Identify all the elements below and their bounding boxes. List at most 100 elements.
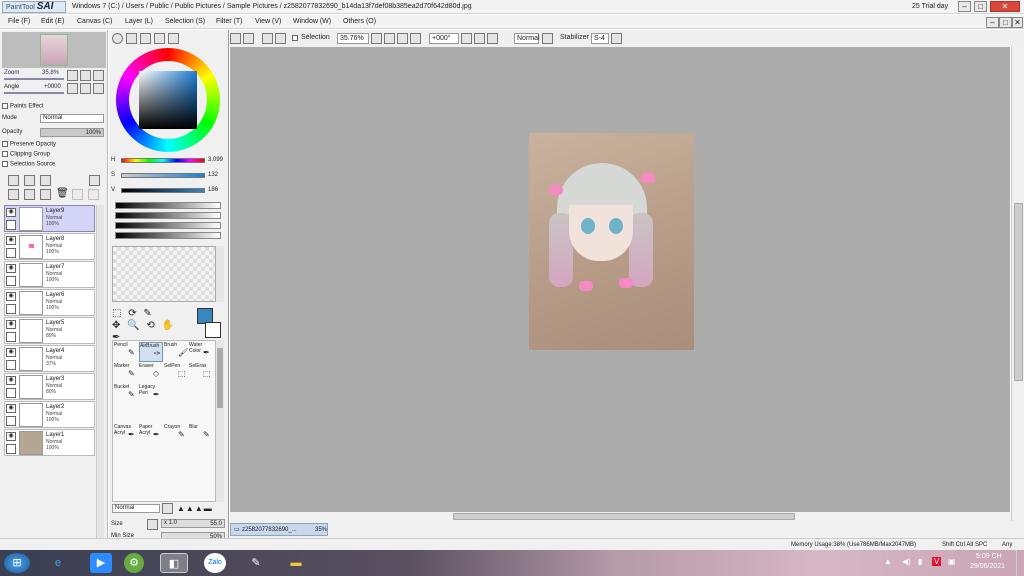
zoom-app-icon[interactable]: ▶ <box>90 553 112 573</box>
layer-item[interactable]: ◉ Layer8 Normal 100% <box>4 233 95 260</box>
close-button[interactable]: ✕ <box>990 1 1020 12</box>
menu-layer[interactable]: Layer (L) <box>125 18 153 25</box>
lock-checkbox[interactable] <box>6 360 16 370</box>
transfer-down-icon[interactable] <box>8 189 19 200</box>
layer-mode-select[interactable]: Normal <box>40 114 104 123</box>
scratchpad-scrollbar[interactable] <box>216 246 224 302</box>
canvas-artwork[interactable] <box>529 133 694 350</box>
rotate-cw-icon[interactable] <box>80 83 91 94</box>
layer-item[interactable]: ◉ Layer3 Normal 80% <box>4 373 95 400</box>
hue-slider[interactable] <box>121 158 205 163</box>
zoom-in-icon[interactable] <box>397 33 408 44</box>
layer-mask-icon[interactable] <box>72 189 83 200</box>
tool-blur[interactable]: Blur ✎ <box>189 424 213 444</box>
tool-legacy-pen[interactable]: Legacy Pen ✒ <box>139 384 163 404</box>
new-layer-icon[interactable] <box>8 175 19 186</box>
hsv-slider-mode-icon[interactable] <box>140 33 151 44</box>
brush-mode-select[interactable]: Normal <box>112 504 160 513</box>
layer-item[interactable]: ◉ Layer2 Normal 100% <box>4 401 95 428</box>
brush-shape-icons[interactable]: ▲▲▲▬ <box>177 504 225 513</box>
menu-others[interactable]: Others (O) <box>343 18 376 25</box>
lock-checkbox[interactable] <box>6 416 16 426</box>
color-wheel-mode-icon[interactable] <box>112 33 123 44</box>
tool-bucket[interactable]: Bucket ✎ <box>114 384 138 404</box>
value-slider[interactable] <box>121 188 205 193</box>
maximize-button[interactable]: □ <box>974 1 987 12</box>
pen-icon[interactable] <box>6 220 16 230</box>
zoom-field[interactable]: 35.76% <box>337 33 369 44</box>
zoom-dropdown-icon[interactable] <box>371 33 382 44</box>
layer-item[interactable]: ◉ Layer6 Normal 100% <box>4 289 95 316</box>
angle-reset-icon[interactable] <box>93 83 104 94</box>
doc-restore-button[interactable]: □ <box>999 17 1012 28</box>
tool-brush[interactable]: Brush 🖌 <box>164 342 188 362</box>
tool-scrollbar[interactable] <box>216 340 224 502</box>
saturation-value-square[interactable] <box>139 71 197 129</box>
canvas-vertical-scrollbar[interactable] <box>1011 47 1024 521</box>
rotation-field[interactable]: +000° <box>429 33 459 44</box>
start-button[interactable]: ⊞ <box>4 553 30 573</box>
lock-checkbox[interactable] <box>6 248 16 258</box>
doc-close-button[interactable]: ✕ <box>1012 17 1023 28</box>
tray-expand-icon[interactable]: ▲ <box>884 557 892 566</box>
menu-canvas[interactable]: Canvas (C) <box>77 18 112 25</box>
doc-minimize-button[interactable]: ‒ <box>986 17 999 28</box>
rotate-left-icon[interactable] <box>461 33 472 44</box>
angle-slider[interactable] <box>4 92 64 94</box>
selection-tools[interactable]: ⬚ ⟳ ✎ ✥ 🔍 ⟲ ✋ ✒ <box>112 308 182 343</box>
rotate-right-icon[interactable] <box>474 33 485 44</box>
gray-gradients[interactable] <box>115 202 221 242</box>
scratchpad-mode-icon[interactable] <box>168 33 179 44</box>
lock-checkbox[interactable] <box>6 332 16 342</box>
rotate-ccw-icon[interactable] <box>67 83 78 94</box>
tool-watercolor[interactable]: Water Color ✒ <box>189 342 213 362</box>
rotate-reset-icon[interactable] <box>487 33 498 44</box>
new-linework-layer-icon[interactable] <box>24 175 35 186</box>
rgb-slider-mode-icon[interactable] <box>126 33 137 44</box>
lock-checkbox[interactable] <box>6 276 16 286</box>
invert-selection-icon[interactable] <box>275 33 286 44</box>
opacity-slider[interactable]: 100% <box>40 128 104 137</box>
undo-icon[interactable] <box>230 33 241 44</box>
tool-paper-acryl[interactable]: Paper Acryl ✒ <box>139 424 163 444</box>
lock-checkbox[interactable] <box>6 304 16 314</box>
nav-zoom-out-icon[interactable] <box>67 70 78 81</box>
eye-icon[interactable]: ◉ <box>6 292 16 301</box>
lock-checkbox[interactable] <box>6 444 16 454</box>
layer-item[interactable]: ◉ Layer7 Normal 100% <box>4 261 95 288</box>
preserve-opacity-checkbox[interactable]: Preserve Opacity <box>2 141 56 149</box>
paint-icon[interactable]: ✎ <box>242 553 270 573</box>
saturation-slider[interactable] <box>121 173 205 178</box>
clipping-group-checkbox[interactable]: Clipping Group <box>2 151 50 159</box>
size-slider[interactable]: x 1.0 55.0 <box>161 519 225 528</box>
tool-airbrush[interactable]: AirBrush ✑ <box>139 342 163 362</box>
swatches-mode-icon[interactable] <box>154 33 165 44</box>
selection-source-checkbox[interactable]: Selection Source <box>2 161 55 169</box>
eye-icon[interactable]: ◉ <box>6 236 16 245</box>
tool-crayon[interactable]: Crayon ✎ <box>164 424 188 444</box>
vivaldi-icon[interactable]: V <box>932 557 942 566</box>
language-icon[interactable]: ▣ <box>948 557 956 566</box>
eye-icon[interactable]: ◉ <box>6 208 16 217</box>
nav-zoom-reset-icon[interactable] <box>93 70 104 81</box>
stabilizer-select[interactable]: S-4 <box>591 33 609 44</box>
canvas-area[interactable] <box>230 47 1010 512</box>
zalo-icon[interactable]: Zalo <box>204 553 226 573</box>
show-desktop-button[interactable] <box>1016 550 1024 576</box>
merge-down-icon[interactable] <box>24 189 35 200</box>
selection-checkbox[interactable] <box>292 35 298 41</box>
volume-icon[interactable]: ◀) <box>902 557 911 566</box>
clear-layer-icon[interactable] <box>40 189 51 200</box>
zoom-slider[interactable] <box>4 78 64 80</box>
tool-seleras[interactable]: SelEras ⬚ <box>189 363 213 383</box>
canvas-horizontal-scrollbar[interactable] <box>230 512 1011 521</box>
menu-view[interactable]: View (V) <box>255 18 281 25</box>
ie-icon[interactable]: e <box>44 553 72 573</box>
eye-icon[interactable]: ◉ <box>6 320 16 329</box>
lock-checkbox[interactable] <box>6 388 16 398</box>
deselect-icon[interactable] <box>262 33 273 44</box>
minimize-button[interactable]: ‒ <box>958 1 971 12</box>
navigator-preview[interactable] <box>2 32 106 68</box>
menu-file[interactable]: File (F) <box>8 18 30 25</box>
document-tab[interactable]: ▭ z2582077832690_... 35% <box>230 523 328 536</box>
